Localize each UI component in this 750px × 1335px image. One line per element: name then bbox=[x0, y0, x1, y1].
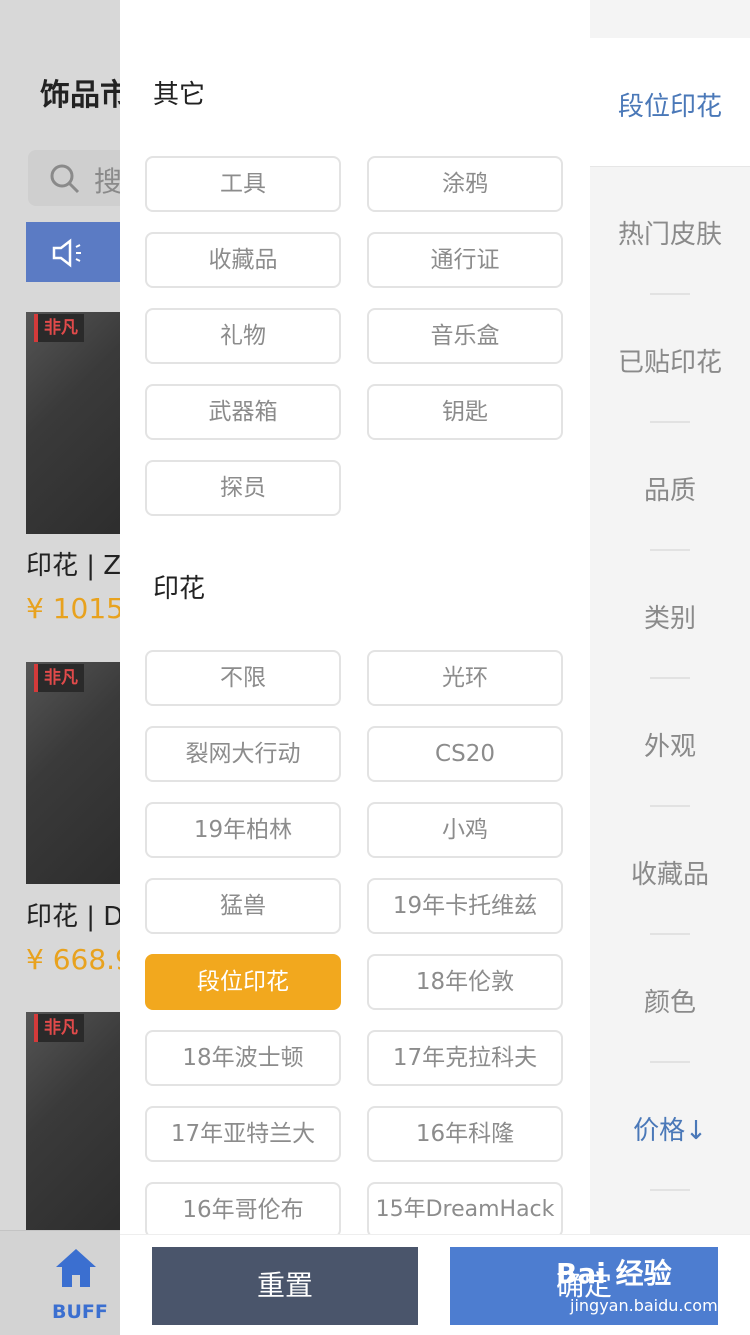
item-price: ¥ 1015 bbox=[26, 592, 124, 625]
page-title: 饰品市 bbox=[40, 78, 130, 113]
search-placeholder: 搜 bbox=[94, 165, 123, 198]
bottom-nav-label[interactable]: BUFF bbox=[52, 1301, 108, 1323]
category-divider bbox=[650, 293, 690, 295]
section-title-sticker: 印花 bbox=[153, 574, 206, 604]
category-nav-header bbox=[590, 0, 750, 39]
filter-chip[interactable]: 裂网大行动 bbox=[145, 726, 341, 782]
item-image[interactable] bbox=[26, 1012, 126, 1230]
filter-chip[interactable]: 工具 bbox=[145, 156, 341, 212]
filter-drawer: 其它 工具 涂鸦 收藏品 通行证 礼物 音乐盒 武器箱 钥匙 探员 印花 不限 … bbox=[120, 0, 750, 1335]
filter-chip[interactable]: 收藏品 bbox=[145, 232, 341, 288]
filter-chip[interactable]: 15年DreamHack bbox=[367, 1182, 563, 1234]
filter-chip[interactable]: 19年柏林 bbox=[145, 802, 341, 858]
category-divider bbox=[650, 421, 690, 423]
category-nav: 段位印花 热门皮肤 已贴印花 品质 类别 外观 收藏品 颜色 价格↓ bbox=[590, 0, 750, 1234]
filter-chip[interactable]: 16年哥伦布 bbox=[145, 1182, 341, 1234]
home-icon[interactable] bbox=[54, 1247, 98, 1293]
filter-options-panel[interactable]: 其它 工具 涂鸦 收藏品 通行证 礼物 音乐盒 武器箱 钥匙 探员 印花 不限 … bbox=[120, 0, 590, 1234]
filter-chip[interactable]: 19年卡托维兹 bbox=[367, 878, 563, 934]
category-item[interactable]: 收藏品 bbox=[590, 854, 750, 891]
category-item[interactable]: 类别 bbox=[590, 598, 750, 635]
filter-chip[interactable]: 音乐盒 bbox=[367, 308, 563, 364]
category-divider bbox=[650, 1189, 690, 1191]
watermark-url: jingyan.baidu.com bbox=[570, 1296, 718, 1315]
filter-chip[interactable]: 涂鸦 bbox=[367, 156, 563, 212]
speaker-icon bbox=[52, 238, 88, 272]
item-image[interactable] bbox=[26, 312, 126, 534]
filter-chip[interactable]: CS20 bbox=[367, 726, 563, 782]
rarity-badge: 非凡 bbox=[34, 314, 84, 342]
category-item[interactable]: 外观 bbox=[590, 726, 750, 763]
filter-chip[interactable]: 光环 bbox=[367, 650, 563, 706]
search-icon bbox=[50, 164, 80, 198]
rarity-badge: 非凡 bbox=[34, 1014, 84, 1042]
search-bar[interactable]: 搜 bbox=[28, 150, 128, 206]
category-divider bbox=[650, 933, 690, 935]
section-title-other: 其它 bbox=[153, 80, 206, 110]
filter-chip[interactable]: 武器箱 bbox=[145, 384, 341, 440]
notice-bar[interactable] bbox=[26, 222, 126, 282]
filter-chip[interactable]: 18年伦敦 bbox=[367, 954, 563, 1010]
filter-chip[interactable]: 钥匙 bbox=[367, 384, 563, 440]
reset-button[interactable]: 重置 bbox=[152, 1247, 418, 1325]
item-image[interactable] bbox=[26, 662, 126, 884]
bottom-nav: BUFF bbox=[0, 1230, 130, 1335]
watermark-brand: Bai 经验 bbox=[556, 1257, 672, 1290]
category-item[interactable]: 品质 bbox=[590, 470, 750, 507]
filter-chip[interactable]: 礼物 bbox=[145, 308, 341, 364]
category-item-selected[interactable]: 段位印花 bbox=[590, 86, 750, 123]
category-item[interactable]: 热门皮肤 bbox=[590, 214, 750, 251]
filter-chip[interactable]: 探员 bbox=[145, 460, 341, 516]
category-divider bbox=[650, 677, 690, 679]
item-name[interactable]: 印花 | Di bbox=[26, 896, 131, 933]
filter-chip[interactable]: 17年克拉科夫 bbox=[367, 1030, 563, 1086]
category-item[interactable]: 已贴印花 bbox=[590, 342, 750, 379]
category-item[interactable]: 颜色 bbox=[590, 982, 750, 1019]
filter-chip[interactable]: 不限 bbox=[145, 650, 341, 706]
category-divider bbox=[650, 549, 690, 551]
filter-chip-selected[interactable]: 段位印花 bbox=[145, 954, 341, 1010]
baidu-watermark: Bai 经验 jingyan.baidu.com bbox=[556, 1252, 736, 1326]
item-price: ¥ 668.9 bbox=[26, 943, 133, 976]
category-divider bbox=[650, 805, 690, 807]
filter-chip[interactable]: 17年亚特兰大 bbox=[145, 1106, 341, 1162]
rarity-badge: 非凡 bbox=[34, 664, 84, 692]
filter-chip[interactable]: 16年科隆 bbox=[367, 1106, 563, 1162]
filter-chip[interactable]: 猛兽 bbox=[145, 878, 341, 934]
category-item-price-sort[interactable]: 价格↓ bbox=[590, 1110, 750, 1147]
category-divider bbox=[650, 1061, 690, 1063]
filter-chip[interactable]: 18年波士顿 bbox=[145, 1030, 341, 1086]
filter-chip[interactable]: 小鸡 bbox=[367, 802, 563, 858]
filter-chip[interactable]: 通行证 bbox=[367, 232, 563, 288]
